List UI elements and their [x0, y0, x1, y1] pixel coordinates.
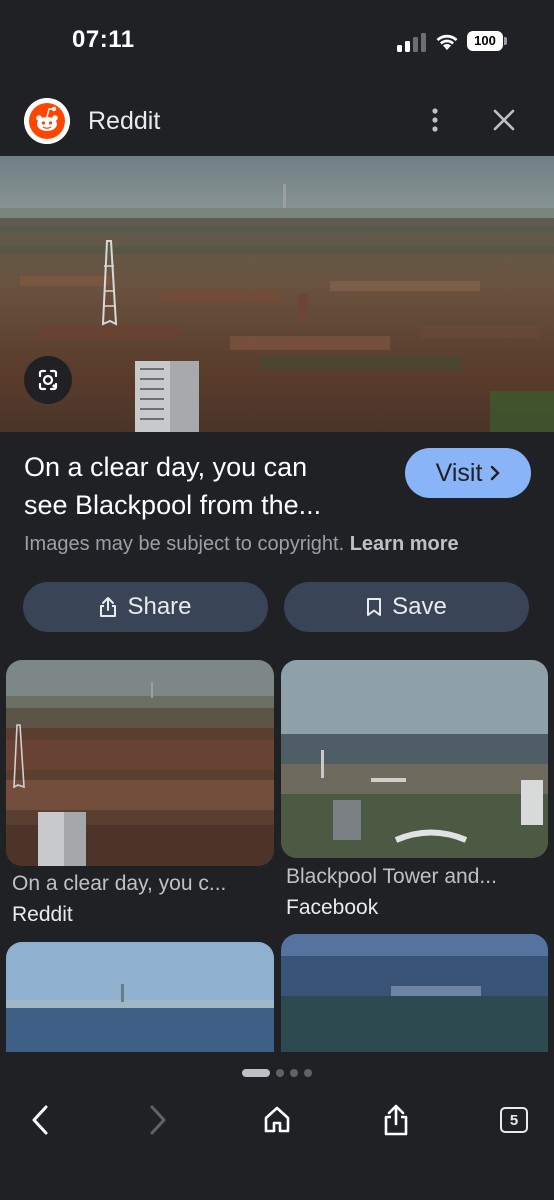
- share-page-button[interactable]: [376, 1095, 416, 1145]
- result-title-line2: see Blackpool from the...: [24, 490, 322, 520]
- related-image-2[interactable]: [281, 660, 548, 858]
- browser-nav-bar: 5: [0, 1095, 554, 1155]
- related-source-1: Reddit: [12, 903, 73, 926]
- save-label: Save: [392, 593, 447, 620]
- source-header: Reddit: [0, 92, 554, 152]
- chevron-right-icon: [491, 465, 501, 481]
- status-bar: 07:11 100: [0, 0, 554, 84]
- back-button[interactable]: [20, 1095, 60, 1145]
- pagination-dots: [242, 1069, 312, 1077]
- result-title[interactable]: On a clear day, you can see Blackpool fr…: [24, 448, 394, 524]
- more-options-icon[interactable]: [420, 104, 450, 136]
- tabs-button[interactable]: 5: [494, 1095, 534, 1145]
- google-lens-icon[interactable]: [24, 356, 72, 404]
- forward-button[interactable]: [138, 1095, 178, 1145]
- close-icon[interactable]: [488, 104, 520, 136]
- home-icon: [264, 1106, 290, 1133]
- share-icon: [100, 597, 117, 617]
- cellular-signal-icon: [397, 33, 426, 52]
- related-image-1[interactable]: [6, 660, 274, 866]
- battery-icon: 100: [467, 31, 507, 51]
- visit-button[interactable]: Visit: [405, 448, 531, 498]
- related-caption-1[interactable]: On a clear day, you c...: [12, 872, 274, 896]
- reddit-logo-icon[interactable]: [24, 98, 70, 144]
- share-label: Share: [127, 593, 192, 620]
- share-upload-icon: [384, 1104, 408, 1136]
- save-button[interactable]: Save: [284, 582, 529, 632]
- back-arrow-icon: [32, 1105, 48, 1135]
- forward-arrow-icon: [150, 1105, 166, 1135]
- home-button[interactable]: [257, 1095, 297, 1145]
- status-time: 07:11: [72, 26, 135, 53]
- visit-button-label: Visit: [435, 458, 483, 487]
- related-caption-2[interactable]: Blackpool Tower and...: [286, 865, 548, 889]
- tab-count-badge: 5: [500, 1107, 528, 1133]
- share-button[interactable]: Share: [23, 582, 268, 632]
- copyright-text: Images may be subject to copyright.: [24, 533, 345, 555]
- copyright-notice: Images may be subject to copyright. Lear…: [24, 533, 459, 556]
- battery-level: 100: [467, 31, 503, 51]
- hero-image[interactable]: [0, 156, 554, 432]
- bookmark-icon: [367, 598, 382, 616]
- learn-more-link[interactable]: Learn more: [350, 533, 459, 555]
- result-title-line1: On a clear day, you can: [24, 452, 308, 482]
- related-source-2: Facebook: [286, 896, 379, 919]
- wifi-icon: [436, 34, 458, 50]
- source-name[interactable]: Reddit: [88, 107, 160, 136]
